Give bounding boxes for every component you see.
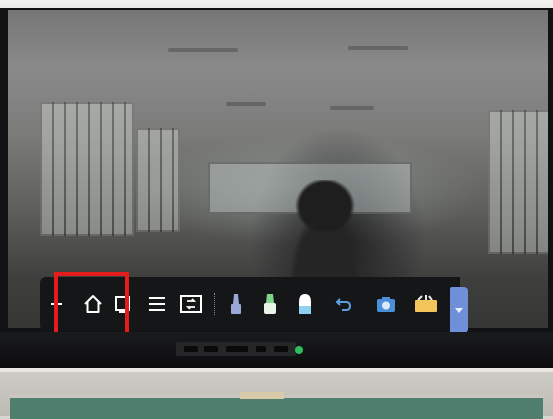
reflected-ceiling-fan xyxy=(226,102,266,106)
usb-port xyxy=(204,346,218,352)
menu-icon xyxy=(149,297,165,311)
usb-port xyxy=(184,346,198,352)
reflected-window-left-2 xyxy=(136,128,180,232)
screenshot-button[interactable] xyxy=(374,291,398,317)
highlighter-icon xyxy=(264,294,276,314)
switch-source-button[interactable] xyxy=(178,291,204,317)
reflected-window-right xyxy=(488,110,548,254)
menu-button[interactable] xyxy=(146,291,168,317)
highlight-box xyxy=(54,272,129,336)
eraser-button[interactable] xyxy=(294,291,316,317)
toolbar-collapse-tab[interactable] xyxy=(450,287,468,333)
front-panel-ports xyxy=(176,342,296,356)
reflected-ceiling-fan xyxy=(348,46,408,50)
toolbar-separator xyxy=(214,293,215,315)
reflected-window-left xyxy=(40,102,134,236)
chalk-tray xyxy=(0,368,553,372)
toolbox-button[interactable] xyxy=(412,291,440,317)
camera-icon xyxy=(377,297,395,312)
undo-icon xyxy=(335,298,352,311)
marker-pen-button[interactable] xyxy=(226,291,246,317)
usb-c-port xyxy=(256,346,266,352)
reflected-ceiling-fan xyxy=(168,48,238,52)
undo-button[interactable] xyxy=(334,291,354,317)
toolbox-icon xyxy=(415,295,437,312)
collapse-arrow-icon xyxy=(455,308,463,313)
hdmi-port xyxy=(226,346,248,352)
reflected-ceiling-fan xyxy=(330,106,374,110)
marker-pen-icon xyxy=(231,294,241,314)
touch-usb-port xyxy=(274,346,288,352)
highlighter-button[interactable] xyxy=(260,291,280,317)
sticker xyxy=(240,392,284,399)
eraser-icon xyxy=(299,294,311,314)
power-indicator xyxy=(295,346,303,354)
switch-source-icon xyxy=(180,295,202,313)
